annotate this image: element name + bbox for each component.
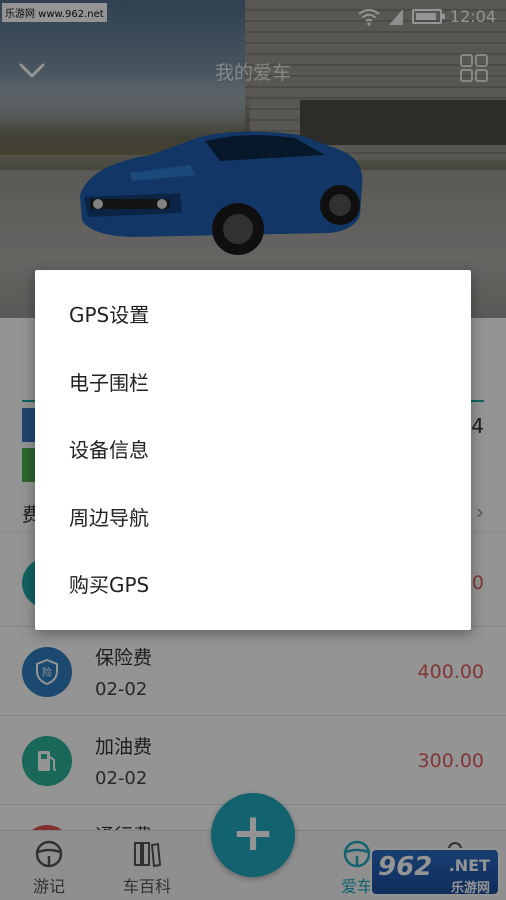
menu-item-buy-gps[interactable]: 购买GPS (35, 552, 471, 620)
menu-item-device-info[interactable]: 设备信息 (35, 417, 471, 485)
menu-item-nearby-navigation[interactable]: 周边导航 (35, 485, 471, 553)
options-menu: GPS设置 电子围栏 设备信息 周边导航 购买GPS (35, 270, 471, 630)
menu-item-geofence[interactable]: 电子围栏 (35, 350, 471, 418)
menu-item-gps-settings[interactable]: GPS设置 (35, 282, 471, 350)
